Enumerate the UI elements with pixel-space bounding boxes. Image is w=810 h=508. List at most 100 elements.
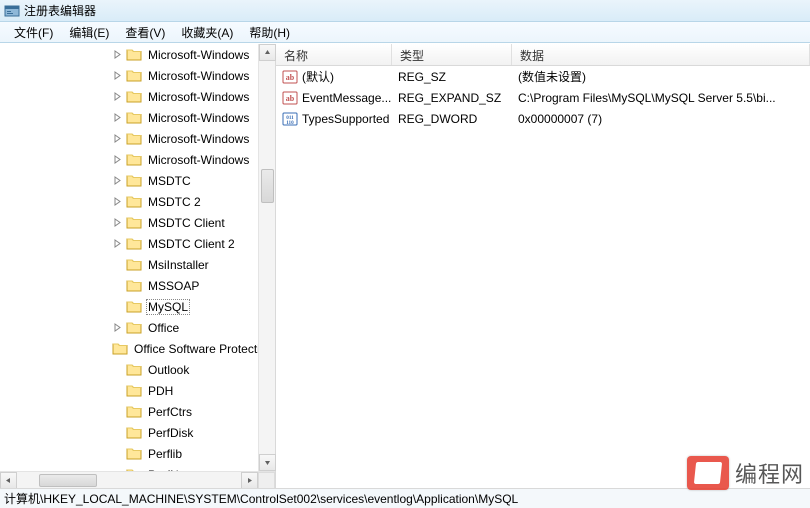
scroll-thumb-horizontal[interactable]: [39, 474, 97, 487]
tree-expander-icon[interactable]: [110, 321, 124, 335]
tree-item[interactable]: MSSOAP: [0, 275, 275, 296]
tree-expander-icon: [110, 384, 124, 398]
folder-icon: [126, 404, 142, 420]
tree-item[interactable]: PerfNet: [0, 464, 275, 471]
regedit-icon: [4, 3, 20, 19]
tree-expander-icon: [110, 426, 124, 440]
tree-item[interactable]: Office: [0, 317, 275, 338]
scroll-up-arrow[interactable]: [259, 44, 276, 61]
tree-item[interactable]: Outlook: [0, 359, 275, 380]
tree-expander-icon[interactable]: [110, 111, 124, 125]
scroll-down-arrow[interactable]: [259, 454, 276, 471]
tree-expander-icon[interactable]: [110, 90, 124, 104]
tree-item-label: MsiInstaller: [146, 257, 211, 273]
value-name: (默认): [302, 68, 334, 85]
tree-expander-icon: [110, 405, 124, 419]
scroll-track-horizontal[interactable]: [17, 472, 241, 488]
tree-expander-icon[interactable]: [110, 237, 124, 251]
tree-item-label: Outlook: [146, 362, 191, 378]
tree-item[interactable]: Microsoft-Windows: [0, 128, 275, 149]
list-row[interactable]: EventMessage...REG_EXPAND_SZC:\Program F…: [276, 87, 810, 108]
tree-item[interactable]: MySQL: [0, 296, 275, 317]
tree-expander-icon[interactable]: [110, 48, 124, 62]
menu-bar: 文件(F) 编辑(E) 查看(V) 收藏夹(A) 帮助(H): [0, 22, 810, 43]
folder-icon: [126, 425, 142, 441]
list-row[interactable]: TypesSupportedREG_DWORD0x00000007 (7): [276, 108, 810, 129]
folder-icon: [126, 257, 142, 273]
scroll-left-arrow[interactable]: [0, 472, 17, 489]
folder-icon: [126, 362, 142, 378]
folder-icon: [126, 131, 142, 147]
folder-icon: [126, 383, 142, 399]
menu-favorites[interactable]: 收藏夹(A): [173, 22, 241, 43]
tree-item-label: Microsoft-Windows: [146, 47, 251, 63]
tree-expander-icon: [110, 363, 124, 377]
tree-vertical-scrollbar[interactable]: [258, 44, 275, 471]
window-title: 注册表编辑器: [24, 2, 96, 19]
cell-name: TypesSupported: [276, 111, 392, 127]
tree-item[interactable]: PDH: [0, 380, 275, 401]
tree-scroll-area[interactable]: Microsoft-Windows Microsoft-Windows Micros…: [0, 44, 275, 471]
scroll-track-vertical[interactable]: [259, 61, 275, 454]
folder-icon: [126, 320, 142, 336]
folder-icon: [126, 47, 142, 63]
scroll-thumb-vertical[interactable]: [261, 169, 274, 203]
folder-icon: [126, 236, 142, 252]
tree-expander-icon[interactable]: [110, 132, 124, 146]
tree-item-label: MSDTC 2: [146, 194, 203, 210]
tree-item[interactable]: Microsoft-Windows: [0, 86, 275, 107]
tree-item-label: Microsoft-Windows: [146, 89, 251, 105]
status-bar: 计算机\HKEY_LOCAL_MACHINE\SYSTEM\ControlSet…: [0, 488, 810, 508]
tree-item-label: MSDTC: [146, 173, 193, 189]
tree-expander-icon[interactable]: [110, 153, 124, 167]
column-header-data[interactable]: 数据: [512, 44, 810, 65]
tree-horizontal-scrollbar[interactable]: [0, 471, 275, 488]
tree-item[interactable]: Microsoft-Windows: [0, 107, 275, 128]
tree-expander-icon: [110, 300, 124, 314]
column-header-type[interactable]: 类型: [392, 44, 512, 65]
folder-icon: [126, 173, 142, 189]
tree-item[interactable]: MSDTC 2: [0, 191, 275, 212]
tree-item[interactable]: PerfCtrs: [0, 401, 275, 422]
folder-icon: [126, 446, 142, 462]
tree-item[interactable]: Microsoft-Windows: [0, 44, 275, 65]
tree-item-label: Microsoft-Windows: [146, 152, 251, 168]
title-bar: 注册表编辑器: [0, 0, 810, 22]
list-pane: 名称 类型 数据 (默认)REG_SZ(数值未设置)EventMessage..…: [276, 44, 810, 488]
tree-expander-icon[interactable]: [110, 216, 124, 230]
list-row[interactable]: (默认)REG_SZ(数值未设置): [276, 66, 810, 87]
scroll-right-arrow[interactable]: [241, 472, 258, 489]
tree-item-label: Microsoft-Windows: [146, 110, 251, 126]
tree-item[interactable]: PerfDisk: [0, 422, 275, 443]
tree-item-label: MSSOAP: [146, 278, 201, 294]
value-name: TypesSupported: [302, 112, 389, 126]
menu-view[interactable]: 查看(V): [117, 22, 173, 43]
list-body[interactable]: (默认)REG_SZ(数值未设置)EventMessage...REG_EXPA…: [276, 66, 810, 488]
tree-item-label: Office: [146, 320, 181, 336]
column-header-name[interactable]: 名称: [276, 44, 392, 65]
tree-expander-icon[interactable]: [110, 69, 124, 83]
cell-data: C:\Program Files\MySQL\MySQL Server 5.5\…: [512, 91, 810, 105]
tree-item-label: Microsoft-Windows: [146, 68, 251, 84]
tree-item[interactable]: MSDTC Client 2: [0, 233, 275, 254]
tree-item[interactable]: Microsoft-Windows: [0, 149, 275, 170]
reg-binary-icon: [282, 111, 298, 127]
cell-type: REG_SZ: [392, 70, 512, 84]
tree-item[interactable]: Microsoft-Windows: [0, 65, 275, 86]
reg-string-icon: [282, 69, 298, 85]
tree-item-label: MSDTC Client: [146, 215, 227, 231]
tree-expander-icon[interactable]: [110, 174, 124, 188]
menu-edit[interactable]: 编辑(E): [61, 22, 117, 43]
tree-item[interactable]: MSDTC: [0, 170, 275, 191]
folder-icon: [126, 68, 142, 84]
folder-icon: [126, 110, 142, 126]
tree-item[interactable]: MsiInstaller: [0, 254, 275, 275]
menu-file[interactable]: 文件(F): [6, 22, 61, 43]
tree-item[interactable]: MSDTC Client: [0, 212, 275, 233]
menu-help[interactable]: 帮助(H): [241, 22, 298, 43]
tree-item[interactable]: Perflib: [0, 443, 275, 464]
tree-expander-icon[interactable]: [110, 195, 124, 209]
tree-item-label: PDH: [146, 383, 175, 399]
tree-item[interactable]: Office Software Protection Platform: [0, 338, 275, 359]
cell-name: EventMessage...: [276, 90, 392, 106]
